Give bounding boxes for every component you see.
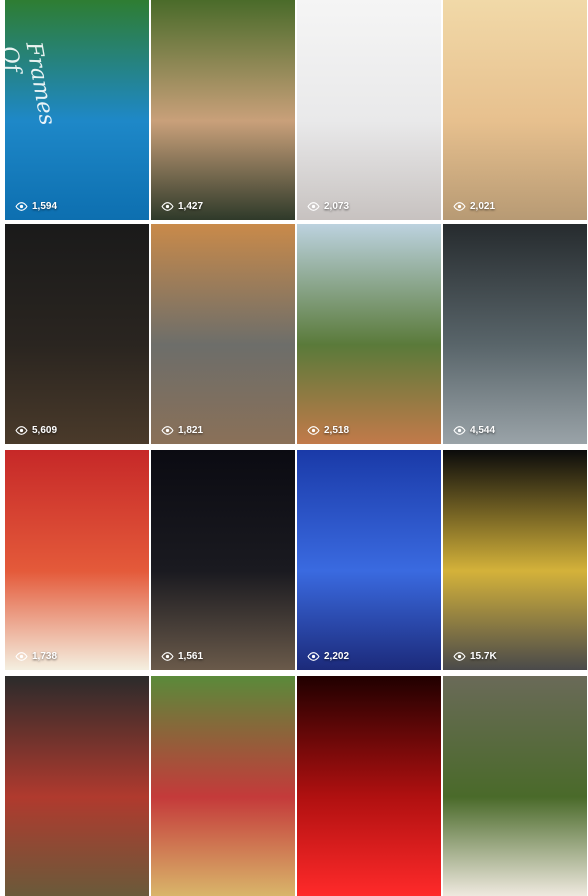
reel-thumbnail: [151, 676, 295, 896]
reel-thumbnail: [297, 676, 441, 896]
view-count-text: 1,594: [32, 201, 58, 212]
view-count-text: 2,518: [324, 425, 350, 436]
reel-tile[interactable]: 2,073: [297, 0, 441, 220]
reel-tile[interactable]: 1,427: [151, 0, 295, 220]
view-count: 2,073: [307, 201, 349, 212]
eye-icon: [453, 426, 466, 435]
reel-tile[interactable]: [443, 676, 587, 896]
eye-icon: [161, 426, 174, 435]
reel-tile[interactable]: [151, 676, 295, 896]
reel-tile[interactable]: [297, 676, 441, 896]
eye-icon: [15, 652, 28, 661]
reel-tile[interactable]: 1,561: [151, 450, 295, 670]
view-count-text: 15.7K: [470, 651, 497, 662]
reel-thumbnail: [297, 224, 441, 444]
reel-thumbnail: [151, 0, 295, 220]
reel-thumbnail: [5, 450, 149, 670]
view-count: 2,021: [453, 201, 495, 212]
view-count-text: 1,427: [178, 201, 204, 212]
reel-thumbnail: [297, 0, 441, 220]
reel-tile[interactable]: 2,518: [297, 224, 441, 444]
view-count: 1,561: [161, 651, 203, 662]
view-count-text: 5,609: [32, 425, 58, 436]
reel-thumbnail: [5, 676, 149, 896]
view-count-text: 4,544: [470, 425, 496, 436]
reel-thumbnail: [443, 224, 587, 444]
view-count-text: 2,073: [324, 201, 350, 212]
view-count: 1,427: [161, 201, 203, 212]
view-count-text: 1,738: [32, 651, 58, 662]
view-count-text: 2,202: [324, 651, 350, 662]
view-count: 5,609: [15, 425, 57, 436]
reel-thumbnail: [5, 224, 149, 444]
eye-icon: [161, 202, 174, 211]
view-count-text: 1,821: [178, 425, 204, 436]
view-count: 1,738: [15, 651, 57, 662]
reel-tile[interactable]: 5,609: [5, 224, 149, 444]
eye-icon: [453, 202, 466, 211]
reels-grid: Frames Of 1,594 1,427 2,073 2,021 5,609 1,821 2…: [5, 0, 588, 896]
reel-thumbnail: [151, 450, 295, 670]
eye-icon: [307, 202, 320, 211]
reel-tile[interactable]: 1,821: [151, 224, 295, 444]
eye-icon: [307, 652, 320, 661]
reel-tile[interactable]: 2,021: [443, 0, 587, 220]
reel-tile[interactable]: [5, 676, 149, 896]
eye-icon: [453, 652, 466, 661]
reel-tile[interactable]: Frames Of 1,594: [5, 0, 149, 220]
view-count-text: 1,561: [178, 651, 204, 662]
reel-thumbnail: [443, 676, 587, 896]
reel-tile[interactable]: 2,202: [297, 450, 441, 670]
view-count-text: 2,021: [470, 201, 496, 212]
reel-thumbnail: [297, 450, 441, 670]
eye-icon: [161, 652, 174, 661]
eye-icon: [15, 426, 28, 435]
view-count: 1,594: [15, 201, 57, 212]
view-count: 15.7K: [453, 651, 497, 662]
eye-icon: [307, 426, 320, 435]
view-count: 4,544: [453, 425, 495, 436]
reel-thumbnail: [443, 0, 587, 220]
eye-icon: [15, 202, 28, 211]
reel-thumbnail: [151, 224, 295, 444]
reel-tile[interactable]: 15.7K: [443, 450, 587, 670]
view-count: 2,202: [307, 651, 349, 662]
reel-tile[interactable]: 4,544: [443, 224, 587, 444]
reel-thumbnail: [443, 450, 587, 670]
reel-tile[interactable]: 1,738: [5, 450, 149, 670]
view-count: 1,821: [161, 425, 203, 436]
view-count: 2,518: [307, 425, 349, 436]
